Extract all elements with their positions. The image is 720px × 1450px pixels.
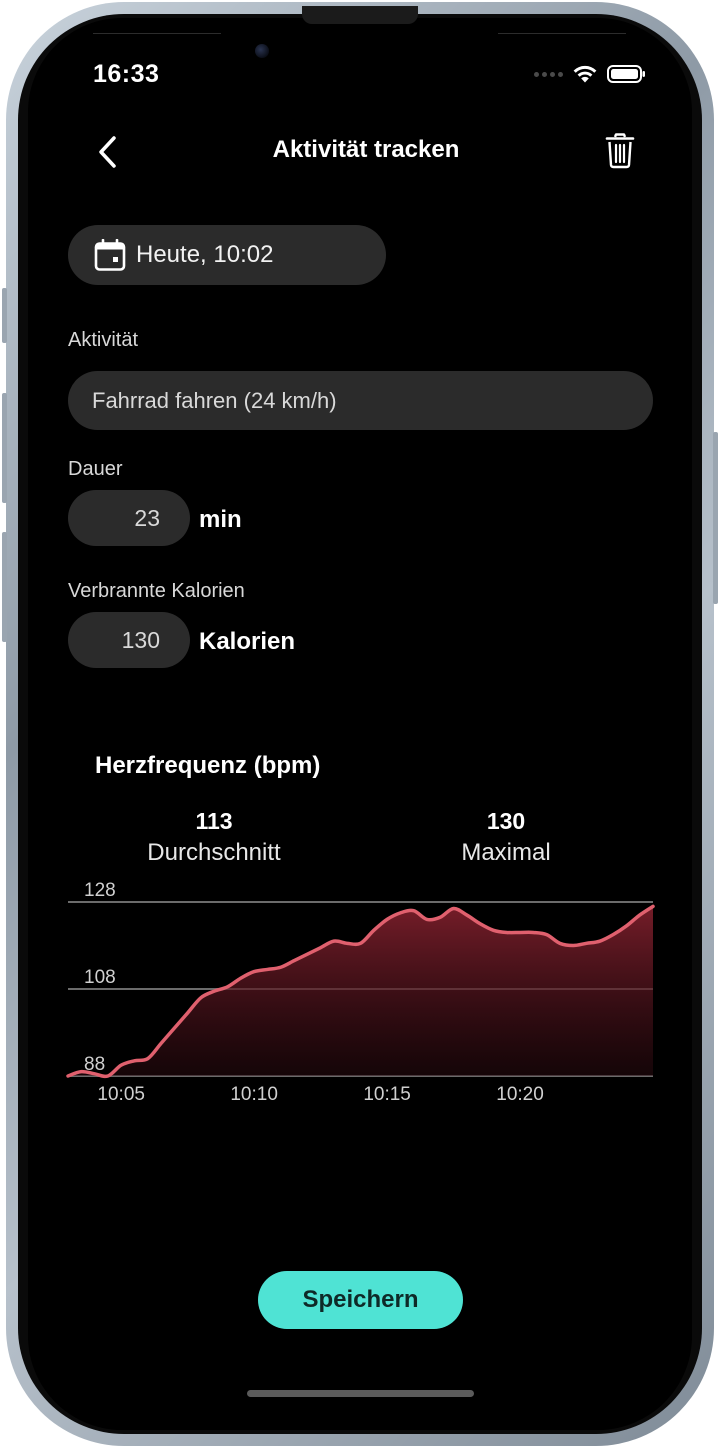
cellular-signal-icon bbox=[534, 71, 563, 77]
save-button[interactable]: Speichern bbox=[258, 1271, 463, 1329]
heart-rate-average: 113 Durchschnitt bbox=[104, 808, 324, 867]
trash-icon bbox=[605, 133, 635, 169]
delete-button[interactable] bbox=[603, 131, 637, 171]
volume-down-button bbox=[2, 532, 7, 642]
power-button bbox=[713, 432, 718, 604]
calories-unit: Kalorien bbox=[199, 628, 296, 655]
top-speaker bbox=[302, 6, 418, 24]
screen-edge bbox=[93, 33, 221, 34]
status-time: 16:33 bbox=[93, 60, 160, 88]
duration-label: Dauer bbox=[68, 458, 123, 480]
activity-select[interactable]: Fahrrad fahren (24 km/h) bbox=[68, 371, 653, 430]
screen-edge bbox=[498, 33, 626, 34]
front-camera bbox=[255, 44, 269, 58]
maximum-value: 130 bbox=[486, 808, 526, 834]
calories-input[interactable]: 130 bbox=[68, 612, 190, 668]
calories-label: Verbrannte Kalorien bbox=[68, 580, 245, 602]
maximum-label: Maximal bbox=[461, 839, 551, 866]
duration-unit: min bbox=[199, 506, 242, 533]
average-value: 113 bbox=[195, 808, 233, 834]
date-time-label: Heute, 10:02 bbox=[136, 241, 274, 268]
duration-input[interactable]: 23 bbox=[68, 490, 190, 546]
wifi-icon bbox=[573, 65, 597, 83]
activity-label: Aktivität bbox=[68, 329, 139, 351]
status-icons bbox=[534, 62, 647, 86]
volume-up-button bbox=[2, 393, 7, 503]
heart-rate-title: Herzfrequenz (bpm) bbox=[95, 752, 321, 779]
calendar-icon bbox=[94, 239, 126, 271]
date-time-selector[interactable]: Heute, 10:02 bbox=[68, 225, 386, 285]
battery-icon bbox=[607, 65, 645, 83]
action-button bbox=[2, 288, 7, 343]
average-label: Durchschnitt bbox=[147, 839, 281, 866]
heart-rate-maximum: 130 Maximal bbox=[396, 808, 616, 867]
home-indicator bbox=[247, 1390, 474, 1397]
